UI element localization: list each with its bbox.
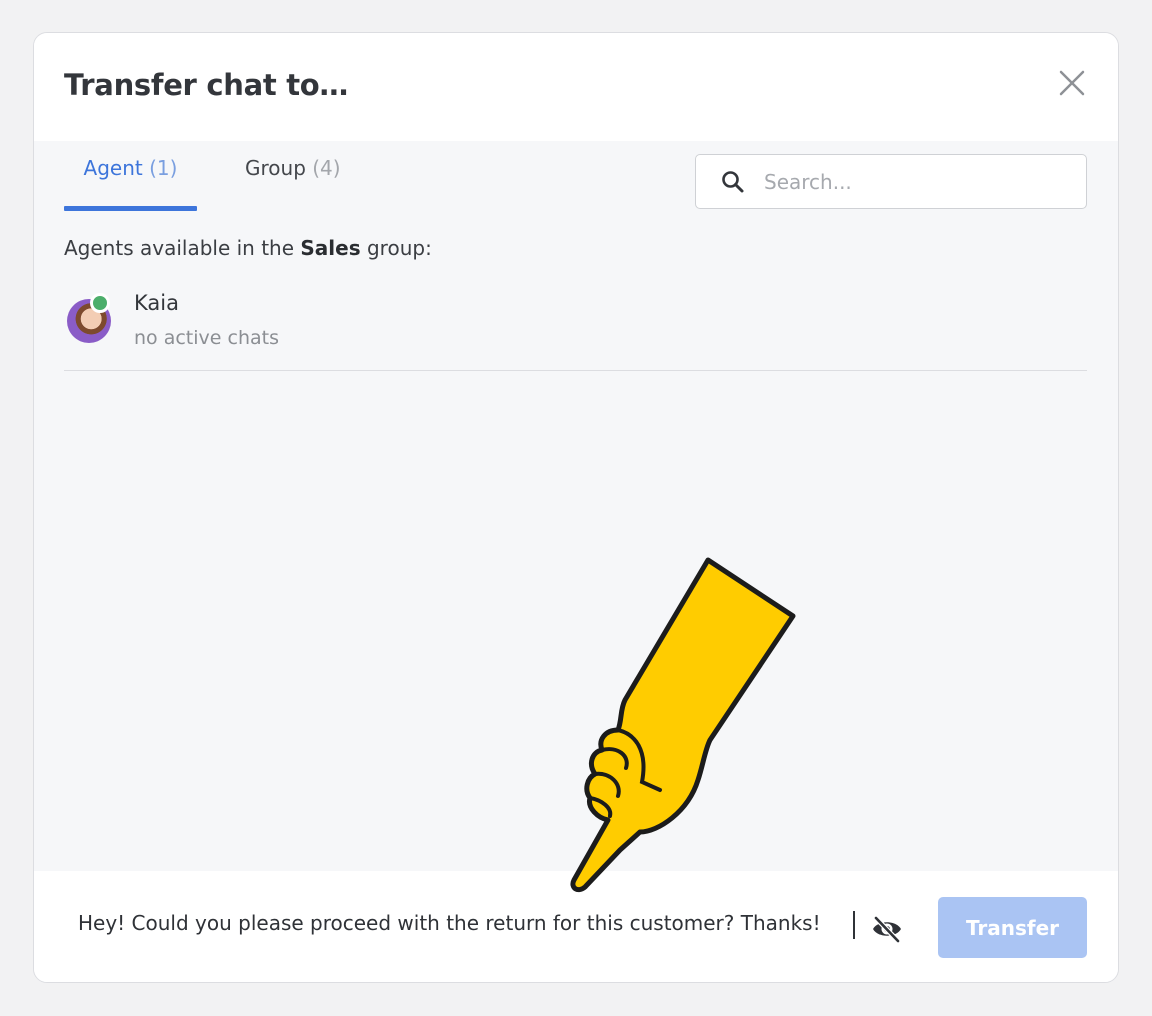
- tab-group[interactable]: Group (4): [245, 156, 341, 208]
- agent-list-item[interactable]: Kaia no active chats: [64, 281, 1087, 371]
- agent-chat-status: no active chats: [134, 327, 279, 349]
- group-caption: Agents available in the Sales group:: [64, 236, 432, 260]
- group-caption-prefix: Agents available in the: [64, 236, 301, 260]
- tab-group-count: (4): [312, 156, 341, 180]
- tab-agent[interactable]: Agent (1): [64, 156, 197, 211]
- modal-header: Transfer chat to…: [34, 33, 1118, 141]
- close-icon: [1059, 70, 1085, 96]
- transfer-message-text: Hey! Could you please proceed with the r…: [78, 911, 821, 935]
- visibility-toggle-button[interactable]: [870, 914, 904, 944]
- eye-off-icon: [873, 915, 901, 944]
- tab-agent-label: Agent: [83, 156, 143, 180]
- avatar: [67, 293, 111, 343]
- pointing-hand-icon: [570, 557, 796, 893]
- group-caption-suffix: group:: [360, 236, 432, 260]
- search-box[interactable]: [695, 154, 1087, 209]
- text-caret: [853, 911, 855, 939]
- modal-title: Transfer chat to…: [64, 68, 349, 102]
- close-button[interactable]: [1056, 67, 1088, 99]
- tab-bar: Agent (1) Group (4): [64, 141, 464, 211]
- tab-group-label: Group: [245, 156, 306, 180]
- online-status-dot: [90, 293, 110, 313]
- search-input[interactable]: [764, 155, 1064, 208]
- agent-name: Kaia: [134, 291, 179, 315]
- tab-agent-count: (1): [149, 156, 178, 180]
- transfer-button[interactable]: Transfer: [938, 897, 1087, 958]
- search-icon: [722, 171, 744, 193]
- transfer-message-input[interactable]: Hey! Could you please proceed with the r…: [78, 911, 853, 947]
- group-name: Sales: [300, 236, 361, 260]
